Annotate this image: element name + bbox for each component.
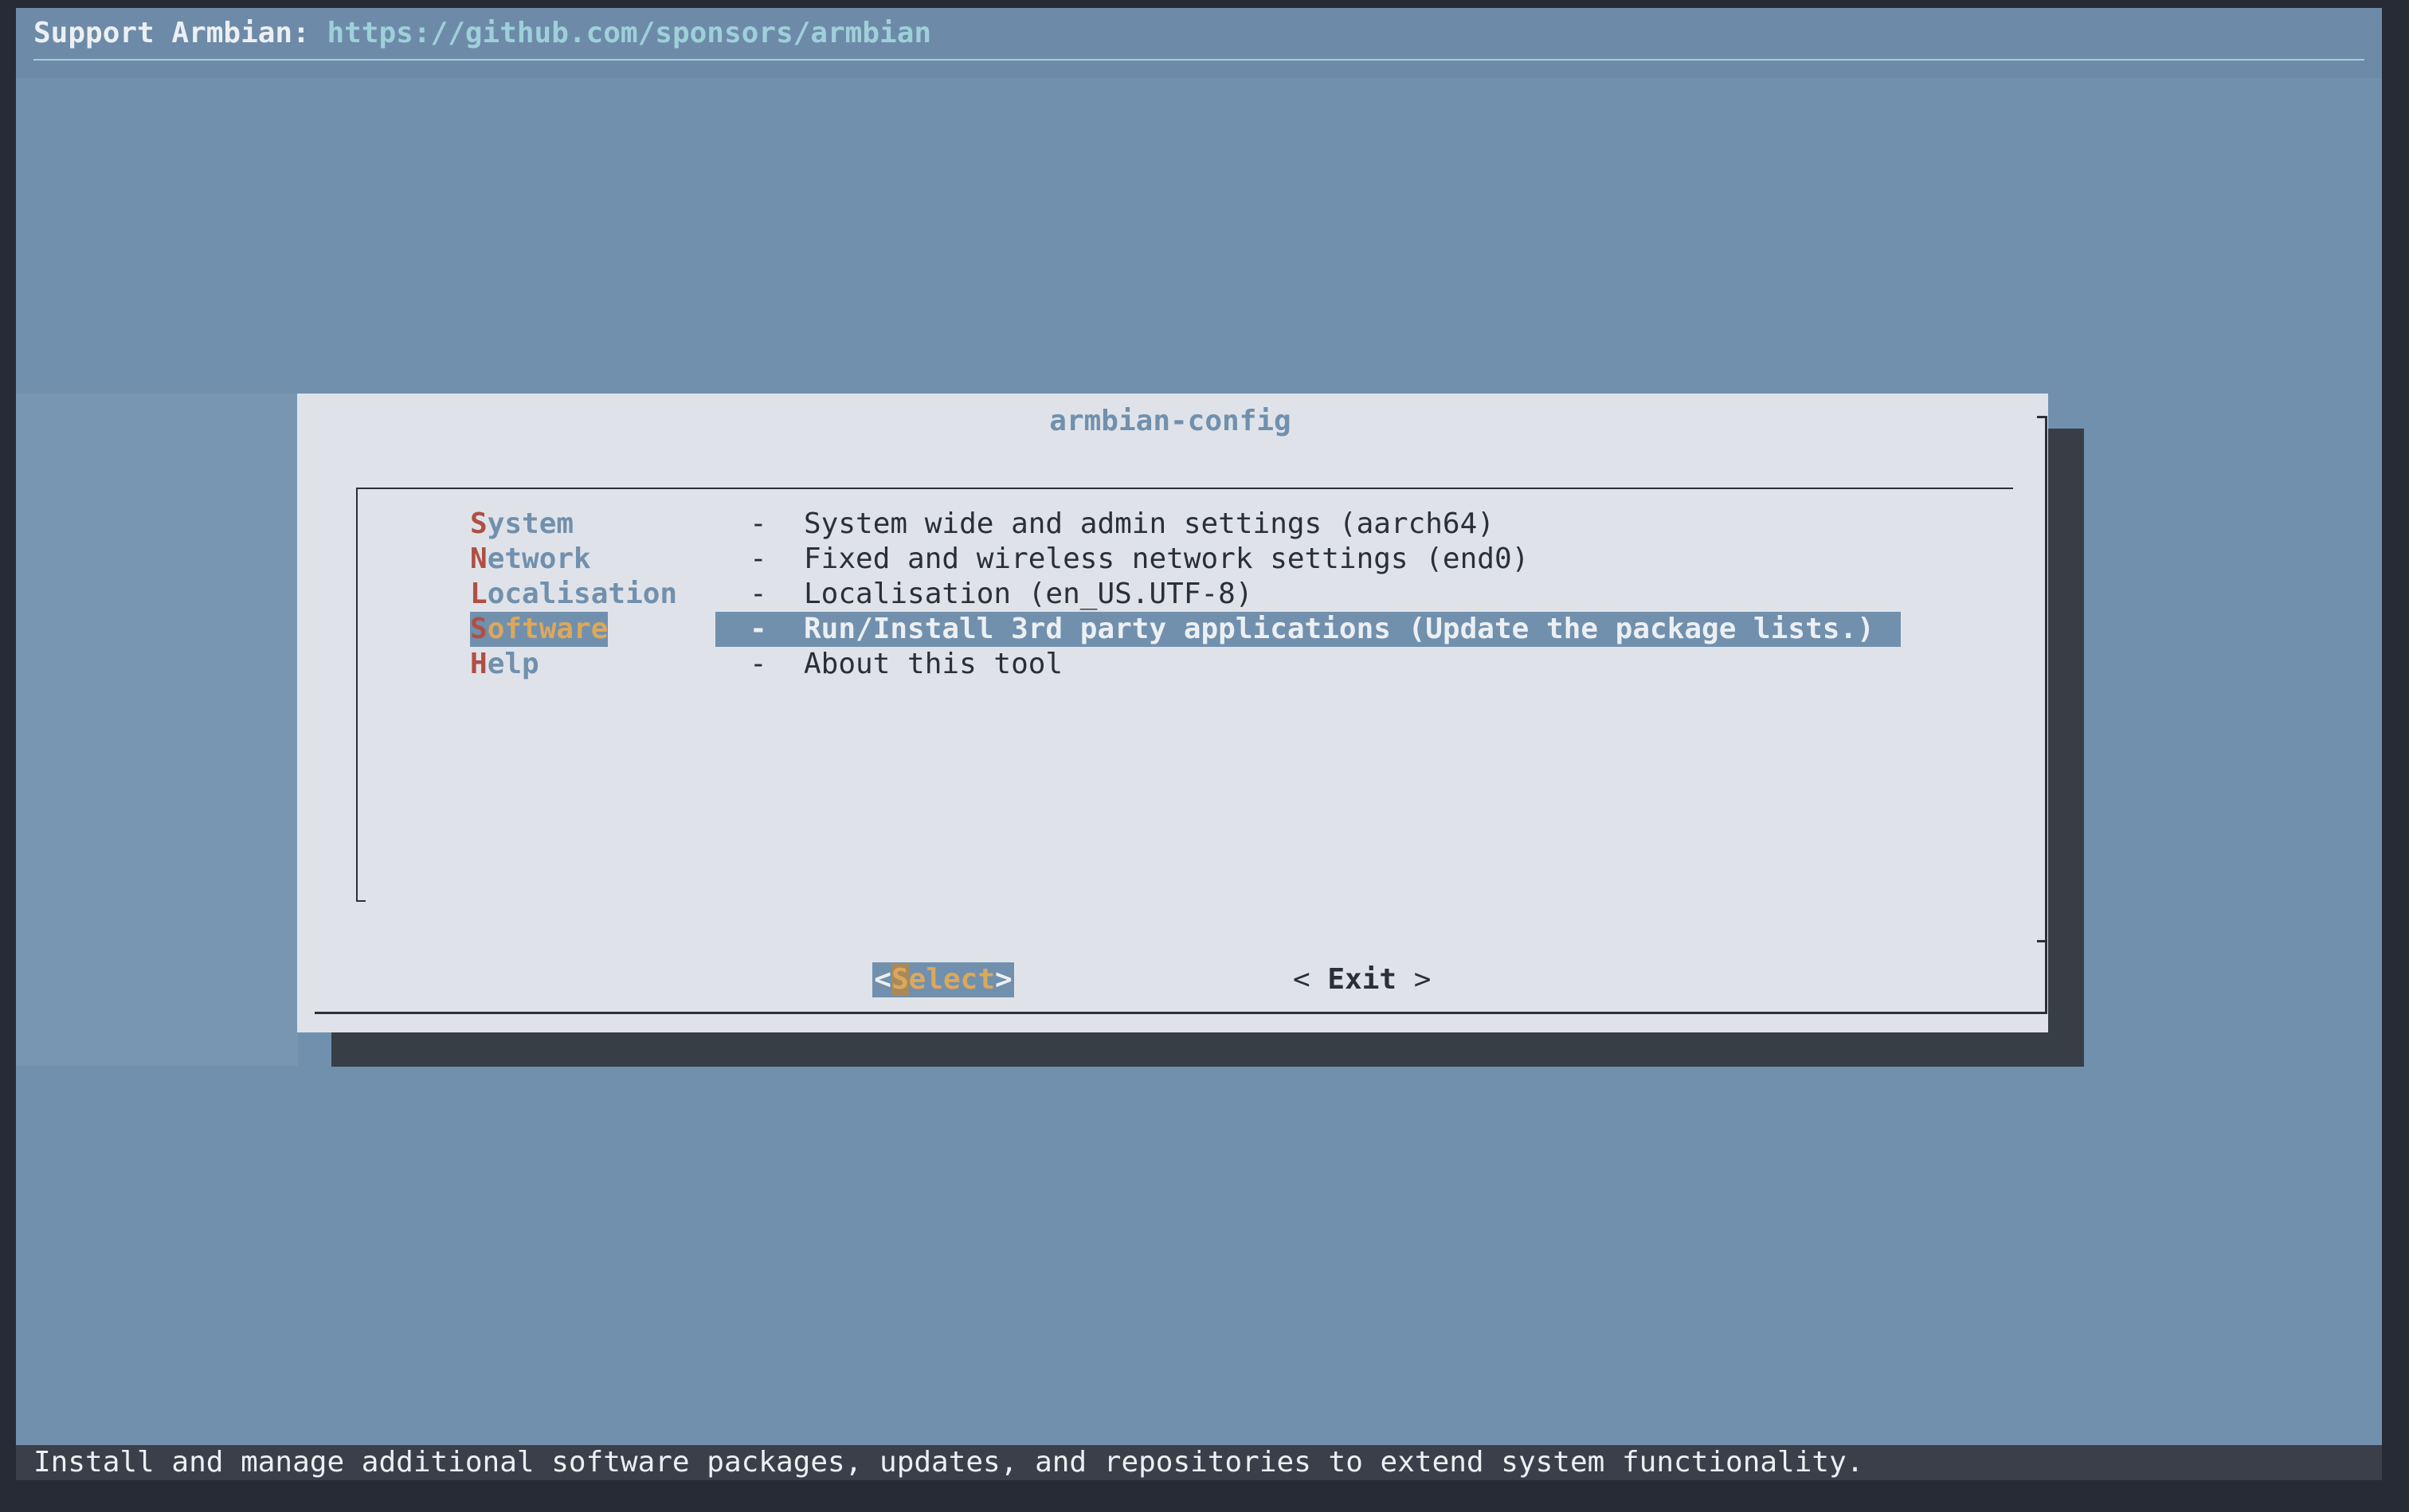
menu-item-software[interactable]: Software - Run/Install 3rd party applica… (297, 612, 1901, 647)
menu-item-label: ocalisation (487, 578, 678, 610)
menu-item-tag: Localisation (470, 577, 677, 612)
hotkey-letter: S (470, 613, 488, 645)
menu-box-top-border (356, 488, 2013, 489)
menu-item-tag: System (470, 507, 574, 542)
help-status-bar: Install and manage additional software p… (16, 1445, 2382, 1480)
support-label: Support Armbian: (33, 17, 327, 49)
hotkey-letter: L (470, 578, 488, 610)
menu-item-dash: - (750, 578, 767, 610)
status-text: Install and manage additional software p… (33, 1446, 1864, 1479)
support-banner: Support Armbian: https://github.com/spon… (16, 8, 2382, 78)
backdrop-shade (16, 394, 298, 1066)
menu-item-tag: Network (470, 542, 591, 577)
menu-item-label: oftware (487, 613, 609, 645)
terminal-screen: Support Armbian: https://github.com/spon… (16, 8, 2382, 1480)
banner-divider (33, 59, 2364, 61)
menu-item-dash: - (750, 543, 767, 575)
menu-item-label: etwork (487, 543, 591, 575)
menu-box-corner (356, 900, 366, 902)
menu-item-localisation[interactable]: Localisation - Localisation (en_US.UTF-8… (297, 577, 1253, 612)
menu-item-help[interactable]: Help - About this tool (297, 647, 1063, 682)
menu-item-dash: - (750, 648, 767, 680)
menu-item-description: - Fixed and wireless network settings (e… (715, 542, 1529, 577)
exit-button-label: Exit (1327, 963, 1397, 996)
menu-item-network[interactable]: Network - Fixed and wireless network set… (297, 542, 1529, 577)
menu-item-description: - About this tool (715, 647, 1063, 682)
menu-item-description: - System wide and admin settings (aarch6… (715, 507, 1494, 542)
menu-item-text: System wide and admin settings (aarch64) (804, 507, 1494, 540)
button-bracket-left: < (1293, 963, 1328, 996)
dialog-frame-tick (2037, 940, 2047, 942)
exit-button[interactable]: < Exit > (1293, 962, 1431, 997)
button-bracket-left: < (874, 963, 891, 996)
menu-item-system[interactable]: System - System wide and admin settings … (297, 507, 1494, 542)
menu-item-text: Localisation (en_US.UTF-8) (804, 578, 1253, 610)
menu-item-tag: Software (470, 612, 609, 647)
hotkey-letter: N (470, 543, 488, 575)
hotkey-letter: H (470, 648, 488, 680)
menu-item-text: About this tool (804, 648, 1063, 680)
menu-item-description: - Localisation (en_US.UTF-8) (715, 577, 1253, 612)
button-bracket-right: > (1396, 963, 1432, 996)
menu-item-dash: - (750, 507, 767, 540)
dialog-title: armbian-config (1049, 405, 1291, 437)
support-banner-text: Support Armbian: https://github.com/spon… (33, 11, 931, 56)
select-button[interactable]: <Select> (872, 962, 1014, 997)
menu-item-text: Fixed and wireless network settings (end… (804, 543, 1530, 575)
menu-item-tag: Help (470, 647, 539, 682)
sponsor-link[interactable]: https://github.com/sponsors/armbian (327, 17, 931, 49)
menu-item-description: - Run/Install 3rd party applications (Up… (715, 612, 1901, 647)
menu-item-label: ystem (487, 507, 574, 540)
armbian-config-dialog: armbian-config System - System wide and … (297, 394, 2048, 1032)
select-button-label: elect (908, 963, 996, 996)
menu-item-label: elp (487, 648, 539, 680)
hotkey-letter: S (470, 507, 488, 540)
dialog-frame-bottom (315, 1012, 2047, 1014)
hotkey-letter: S (891, 963, 909, 996)
button-bracket-right: > (995, 963, 1013, 996)
dialog-frame-right (2045, 416, 2047, 1012)
menu-item-text: Run/Install 3rd party applications (Upda… (804, 613, 1874, 645)
menu-item-dash: - (750, 613, 767, 645)
